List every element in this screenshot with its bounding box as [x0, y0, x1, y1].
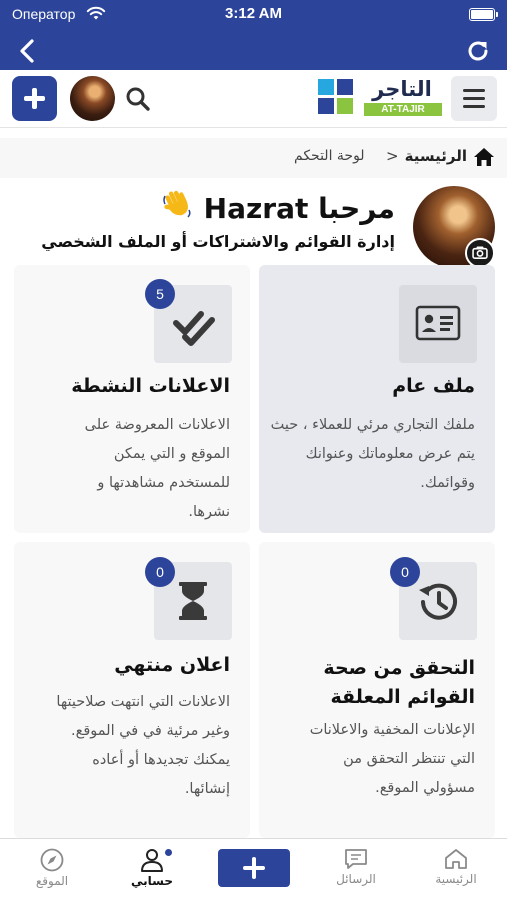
greeting-title: مرحبا Hazrat: [203, 192, 395, 225]
hamburger-menu-icon[interactable]: [451, 76, 497, 121]
card-title: الاعلانات النشطة: [71, 375, 230, 397]
logo-arabic-text: التاجر: [372, 77, 432, 101]
tab-home[interactable]: الرئيسية: [416, 845, 496, 897]
breadcrumb-current: لوحة التحكم: [294, 148, 365, 164]
home-outline-icon: [445, 849, 467, 869]
home-icon[interactable]: [473, 146, 495, 168]
count-badge: 0: [145, 557, 175, 587]
tab-label: الرئيسية: [435, 872, 477, 886]
card-description: ملفك التجاري مرئي للعملاء ، حيث يتم عرض …: [270, 417, 475, 491]
user-icon: [141, 849, 163, 872]
breadcrumb-home-link[interactable]: الرئيسية: [405, 147, 467, 165]
card-title: اعلان منتهي: [114, 654, 230, 676]
tab-label: الموقع: [35, 874, 69, 888]
tab-account[interactable]: حسابي: [112, 845, 192, 897]
tab-label: حسابي: [130, 874, 173, 888]
card-title: التحقق من صحة القوائم المعلقة: [323, 657, 475, 708]
camera-icon[interactable]: [465, 238, 495, 268]
app-header: التاجر AT-TAJIR: [0, 70, 507, 128]
chat-icon: [345, 849, 367, 869]
card-title: ملف عام: [392, 375, 475, 397]
add-listing-button[interactable]: [12, 76, 57, 121]
card-expired-ads[interactable]: 0 اعلان منتهي الاعلانات التي انتهت صلاحي…: [14, 542, 250, 838]
user-avatar[interactable]: [70, 76, 115, 121]
status-time: 3:12 AM: [225, 5, 282, 22]
compass-icon: [40, 848, 64, 872]
bottom-tab-bar: الرئيسية الرسائل حسابي الموقع: [0, 838, 507, 900]
top-bar: Оператор 3:12 AM: [0, 0, 507, 70]
status-bar: Оператор 3:12 AM: [0, 0, 507, 30]
site-logo[interactable]: التاجر AT-TAJIR: [318, 77, 443, 119]
add-button[interactable]: [218, 849, 290, 887]
reload-icon[interactable]: [463, 36, 493, 66]
battery-icon: [469, 8, 498, 21]
waving-hand-icon: [163, 190, 191, 218]
id-card-icon: [415, 305, 461, 341]
card-description: الإعلانات المخفية والاعلانات التي تنتظر …: [309, 722, 475, 796]
logo-english-text: AT-TAJIR: [364, 103, 442, 116]
card-icon-box: [399, 285, 477, 363]
card-description: الاعلانات التي انتهت صلاحيتها وغير مرئية…: [56, 694, 230, 797]
breadcrumb-separator: >: [386, 147, 399, 165]
back-icon[interactable]: [12, 36, 42, 66]
card-pending-verification[interactable]: 0 التحقق من صحة القوائم المعلقة الإعلانا…: [259, 542, 495, 838]
tab-site[interactable]: الموقع: [12, 845, 92, 897]
tab-messages[interactable]: الرسائل: [316, 845, 396, 897]
count-badge: 0: [390, 557, 420, 587]
greeting-subtitle: إدارة القوائم والاشتراكات أو الملف الشخص…: [41, 232, 395, 251]
tab-label: الرسائل: [336, 872, 376, 886]
count-badge: 5: [145, 279, 175, 309]
card-public-profile[interactable]: ملف عام ملفك التجاري مرئي للعملاء ، حيث …: [259, 265, 495, 533]
card-active-ads[interactable]: 5 الاعلانات النشطة الاعلانات المعروضة عل…: [14, 265, 250, 533]
card-description: الاعلانات المعروضة على الموقع و التي يمك…: [84, 417, 230, 520]
logo-tiles-icon: [318, 79, 354, 115]
notification-dot: [165, 849, 172, 856]
breadcrumb: الرئيسية > لوحة التحكم: [0, 138, 507, 178]
profile-photo[interactable]: [413, 186, 495, 268]
search-icon[interactable]: [124, 85, 152, 113]
